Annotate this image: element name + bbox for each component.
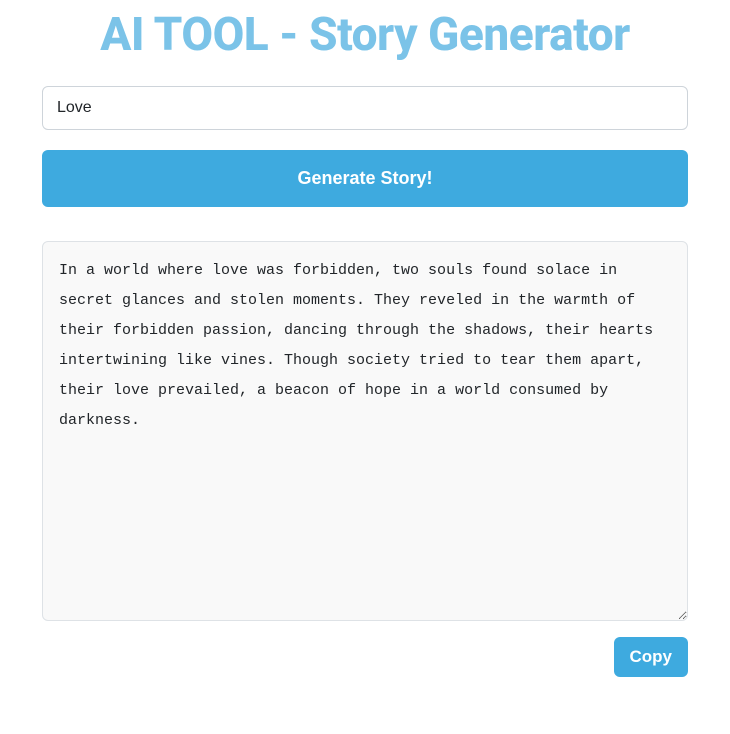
content-container: Generate Story! Copy xyxy=(12,86,718,677)
copy-row: Copy xyxy=(42,637,688,677)
generate-button[interactable]: Generate Story! xyxy=(42,150,688,207)
page-title: AI TOOL - Story Generator xyxy=(12,8,718,62)
copy-button[interactable]: Copy xyxy=(614,637,689,677)
topic-input[interactable] xyxy=(42,86,688,130)
story-output[interactable] xyxy=(42,241,688,621)
